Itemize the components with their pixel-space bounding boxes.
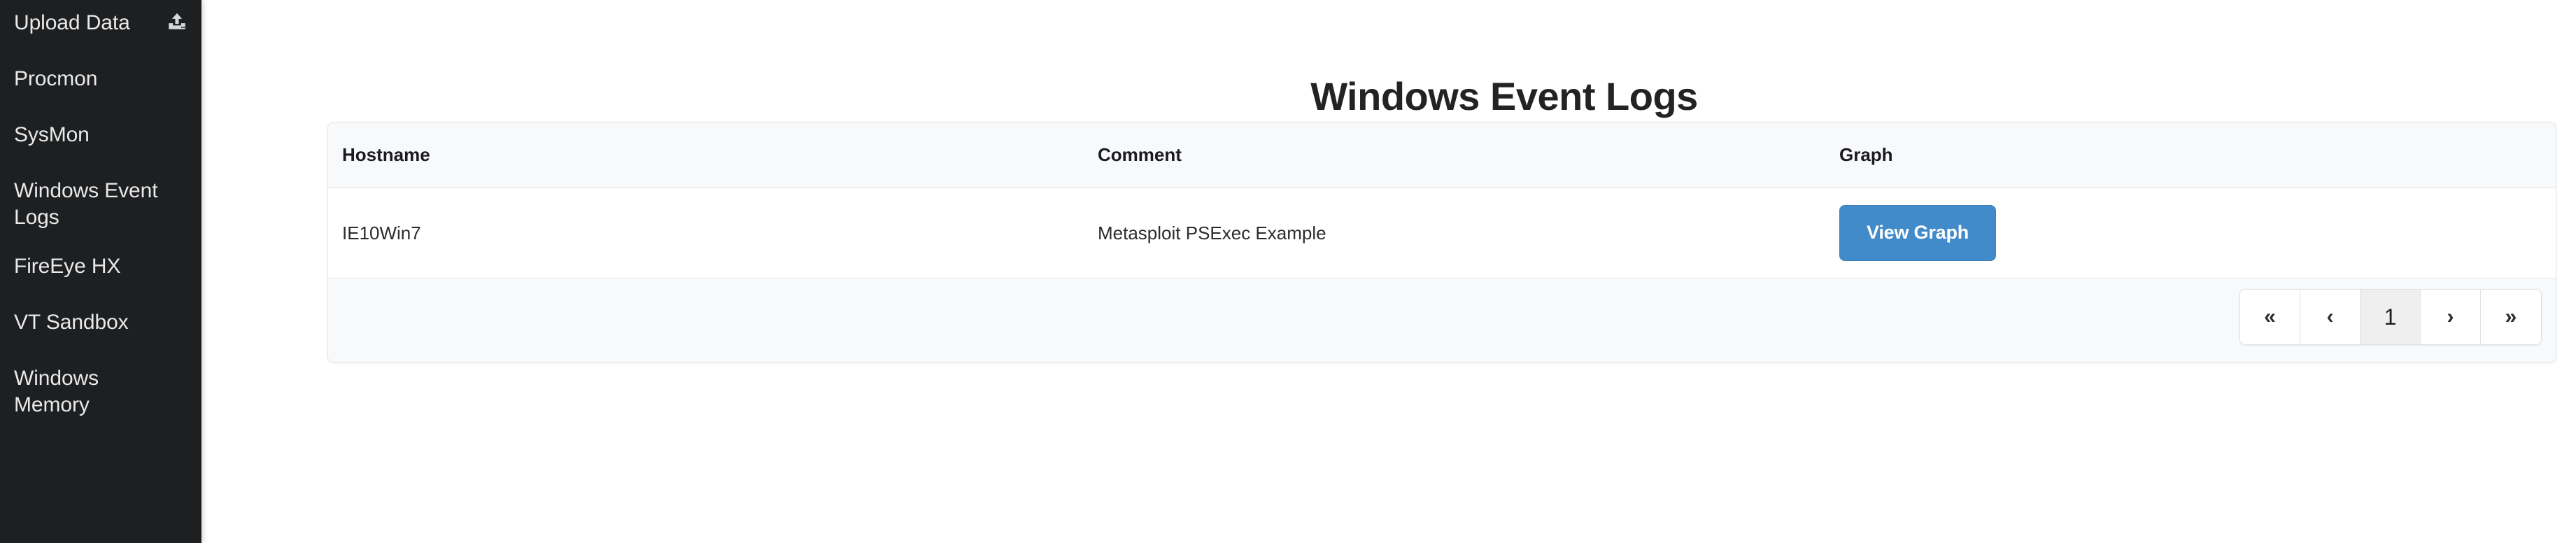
- column-header-hostname: Hostname: [328, 122, 1084, 188]
- sidebar-item-windows-event-logs[interactable]: Windows Event Logs: [0, 178, 201, 231]
- sidebar-item-procmon[interactable]: Procmon: [0, 66, 201, 92]
- sidebar-item-label: Windows Event Logs: [14, 179, 158, 229]
- upload-icon[interactable]: [165, 11, 189, 34]
- sidebar-item-label: Windows Memory: [14, 367, 99, 416]
- table-row: IE10Win7 Metasploit PSExec Example View …: [328, 188, 2556, 278]
- sidebar-item-label: Procmon: [14, 67, 98, 90]
- table-body: IE10Win7 Metasploit PSExec Example View …: [328, 188, 2556, 278]
- sidebar-item-windows-memory[interactable]: Windows Memory: [0, 365, 201, 418]
- table-header-row: Hostname Comment Graph: [328, 122, 2556, 188]
- pagination-next-button[interactable]: ›: [2421, 290, 2481, 344]
- event-logs-table-panel: Hostname Comment Graph IE10Win7 Metasplo…: [327, 122, 2556, 363]
- event-logs-table: Hostname Comment Graph IE10Win7 Metasplo…: [328, 122, 2556, 278]
- cell-graph: View Graph: [1825, 188, 2556, 278]
- main-content: Windows Event Logs Hostname Comment Grap…: [201, 0, 2576, 543]
- column-header-comment: Comment: [1084, 122, 1825, 188]
- sidebar-item-upload-data[interactable]: Upload Data: [0, 10, 201, 36]
- column-header-graph: Graph: [1825, 122, 2556, 188]
- sidebar-item-label: SysMon: [14, 123, 90, 146]
- cell-comment: Metasploit PSExec Example: [1084, 188, 1825, 278]
- sidebar-item-label: Upload Data: [14, 11, 130, 34]
- pagination-first-button[interactable]: «: [2240, 290, 2300, 344]
- view-graph-button[interactable]: View Graph: [1839, 205, 1997, 261]
- page-title: Windows Event Logs: [1310, 73, 1698, 118]
- table-footer: « ‹ 1 › »: [328, 278, 2556, 362]
- cell-hostname: IE10Win7: [328, 188, 1084, 278]
- pagination-last-button[interactable]: »: [2481, 290, 2541, 344]
- sidebar-item-label: FireEye HX: [14, 255, 121, 278]
- sidebar: Upload Data Procmon SysMon Windows Event…: [0, 0, 201, 543]
- pagination-page-1-button[interactable]: 1: [2361, 290, 2421, 344]
- pagination-prev-button[interactable]: ‹: [2300, 290, 2361, 344]
- sidebar-item-sysmon[interactable]: SysMon: [0, 122, 201, 148]
- sidebar-item-vt-sandbox[interactable]: VT Sandbox: [0, 309, 201, 336]
- sidebar-item-label: VT Sandbox: [14, 311, 129, 334]
- table-header: Hostname Comment Graph: [328, 122, 2556, 188]
- pagination: « ‹ 1 › »: [2239, 289, 2542, 345]
- sidebar-item-fireeye-hx[interactable]: FireEye HX: [0, 253, 201, 280]
